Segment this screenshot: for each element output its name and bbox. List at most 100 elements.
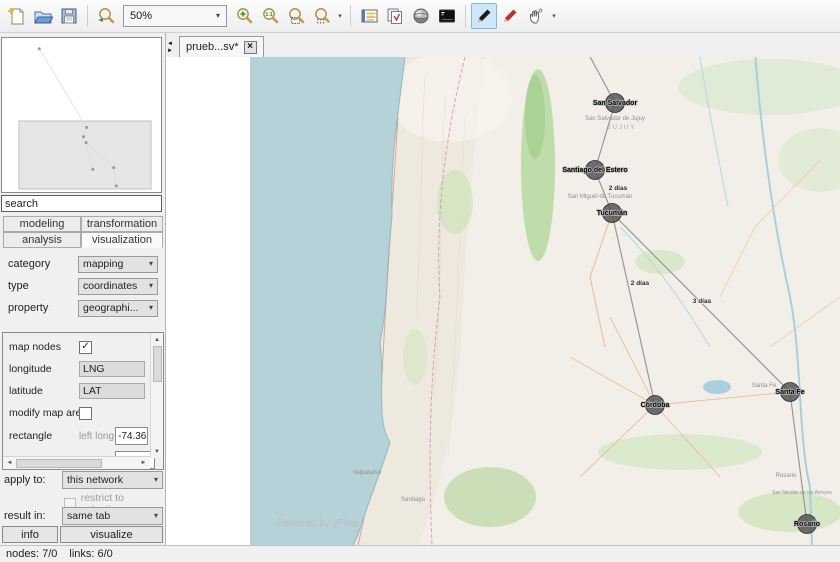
- application-window: 50% ▾ 1:1: [0, 0, 840, 562]
- map-nodes-row: map nodes ✓: [3, 338, 148, 356]
- save-button[interactable]: [56, 3, 82, 29]
- visualize-button[interactable]: visualize: [60, 526, 163, 543]
- zoom-selection-icon: [286, 6, 306, 26]
- scroll-right-icon: ►: [137, 457, 150, 470]
- zoom-in-button[interactable]: [231, 3, 257, 29]
- modify-map-area-checkbox[interactable]: [79, 407, 92, 420]
- tab-visualization[interactable]: visualization: [81, 232, 163, 248]
- map-nodes-label: map nodes: [3, 341, 79, 353]
- document-tab-prueba[interactable]: prueb...sv* ×: [179, 36, 264, 57]
- red-pen-tool-button[interactable]: [497, 3, 523, 29]
- left-long-value: -74.36: [118, 431, 146, 442]
- zoom-fit-button[interactable]: [309, 3, 335, 29]
- zoom-one-to-one-icon: 1:1: [260, 6, 280, 26]
- vertical-scroll-thumb[interactable]: [153, 346, 162, 382]
- zoom-selection-button[interactable]: [283, 3, 309, 29]
- type-dropdown[interactable]: coordinates ▾: [78, 278, 158, 295]
- category-label: category: [0, 258, 78, 270]
- info-button[interactable]: info: [2, 526, 58, 543]
- open-folder-icon: [33, 6, 53, 26]
- save-icon: [59, 6, 79, 26]
- dropdown-caret-icon: ▾: [552, 12, 556, 20]
- svg-text:San Nicolás de los Arroyos: San Nicolás de los Arroyos: [772, 490, 832, 496]
- visualize-button-label: visualize: [90, 529, 132, 541]
- map-canvas[interactable]: San Salvador de JujuyJUJUYSan Miguel de …: [166, 57, 840, 545]
- apply-to-label: apply to:: [0, 474, 62, 486]
- longitude-field[interactable]: LNG: [79, 361, 145, 377]
- category-dropdown[interactable]: mapping ▾: [78, 256, 158, 273]
- svg-text:Santa Fe: Santa Fe: [752, 383, 777, 389]
- horizontal-scroll-thumb[interactable]: [16, 459, 102, 468]
- search-input[interactable]: [1, 195, 162, 212]
- chevron-down-icon: ▾: [149, 260, 153, 268]
- latitude-field[interactable]: LAT: [79, 383, 145, 399]
- property-dropdown[interactable]: geographi... ▾: [78, 300, 158, 317]
- svg-text:San Salvador de Jujuy: San Salvador de Jujuy: [585, 116, 645, 122]
- scroll-down-icon: ▼: [151, 445, 164, 458]
- new-file-icon: [7, 6, 27, 26]
- left-long-label: left long: [79, 431, 115, 442]
- apply-to-value: this network: [67, 474, 123, 486]
- black-pen-tool-button[interactable]: [471, 3, 497, 29]
- zoom-options-caret[interactable]: ▾: [335, 3, 345, 29]
- svg-text:2 días: 2 días: [609, 185, 628, 192]
- tab-scroll-control[interactable]: ◄ ►: [167, 41, 173, 55]
- options-panel-icon: [359, 6, 379, 26]
- type-label: type: [0, 280, 78, 292]
- options-dialog-button[interactable]: [356, 3, 382, 29]
- result-in-dropdown[interactable]: same tab ▾: [62, 507, 163, 525]
- rectangle-row: rectangle left long -74.36: [3, 427, 148, 445]
- network-overview-panel[interactable]: [1, 37, 162, 193]
- svg-text:Santiago del Estero: Santiago del Estero: [562, 167, 627, 174]
- open-button[interactable]: [30, 3, 56, 29]
- tab-analysis[interactable]: analysis: [3, 232, 81, 248]
- globe-icon: [411, 6, 431, 26]
- gesture-options-caret[interactable]: ▾: [549, 3, 559, 29]
- longitude-row: longitude LNG: [3, 360, 148, 378]
- zoom-level-combobox[interactable]: 50% ▾: [123, 5, 227, 27]
- gesture-tool-button[interactable]: [523, 3, 549, 29]
- svg-text:Rosario: Rosario: [794, 521, 820, 528]
- left-panel: modeling transformation analysis visuali…: [0, 33, 166, 545]
- overview-canvas: [2, 38, 161, 192]
- vertical-scrollbar[interactable]: ▲ ▼: [150, 333, 163, 458]
- latitude-label: latitude: [3, 385, 79, 397]
- geographic-map[interactable]: San Salvador de JujuyJUJUYSan Miguel de …: [250, 57, 840, 545]
- chevron-down-icon: ▾: [154, 476, 158, 484]
- chevron-down-icon: ▾: [154, 512, 158, 520]
- longitude-value: LNG: [83, 363, 105, 375]
- left-long-field[interactable]: -74.36: [115, 427, 148, 445]
- tab-scroll-right-icon: ►: [167, 48, 173, 55]
- new-document-button[interactable]: [4, 3, 30, 29]
- document-tab-title: prueb...sv*: [186, 41, 239, 53]
- tab-modeling[interactable]: modeling: [3, 216, 81, 232]
- zoom-actual-size-button[interactable]: 1:1: [257, 3, 283, 29]
- zoom-reset-button[interactable]: [93, 3, 119, 29]
- map-nodes-checkbox[interactable]: ✓: [79, 341, 92, 354]
- tab-label: visualization: [92, 234, 152, 246]
- svg-text:Santiago: Santiago: [401, 497, 425, 503]
- horizontal-scrollbar[interactable]: ◄ ►: [3, 456, 150, 469]
- copy-view-button[interactable]: [382, 3, 408, 29]
- result-in-value: same tab: [67, 510, 110, 522]
- svg-text:Valparaíso: Valparaíso: [353, 470, 382, 476]
- tab-label: transformation: [87, 218, 157, 230]
- apply-to-dropdown[interactable]: this network ▾: [62, 471, 163, 489]
- zoom-fit-icon: [312, 6, 332, 26]
- svg-text:3 días: 3 días: [693, 298, 712, 305]
- chevron-down-icon: ▾: [149, 282, 153, 290]
- copy-pages-icon: [385, 6, 405, 26]
- tab-label: analysis: [22, 234, 62, 246]
- console-button[interactable]: [434, 3, 460, 29]
- status-links-count: links: 6/0: [69, 548, 112, 560]
- tab-transformation[interactable]: transformation: [81, 216, 163, 232]
- rectangle-label: rectangle: [3, 430, 79, 442]
- property-value: geographi...: [83, 302, 138, 314]
- tab-close-button[interactable]: ×: [244, 41, 257, 54]
- longitude-label: longitude: [3, 363, 79, 375]
- latitude-value: LAT: [83, 385, 101, 397]
- globe-view-button[interactable]: [408, 3, 434, 29]
- parameters-panel: map nodes ✓ longitude LNG latitude LAT m…: [2, 332, 164, 470]
- tab-scroll-left-icon: ◄: [167, 41, 173, 48]
- svg-text:Córdoba: Córdoba: [641, 402, 670, 409]
